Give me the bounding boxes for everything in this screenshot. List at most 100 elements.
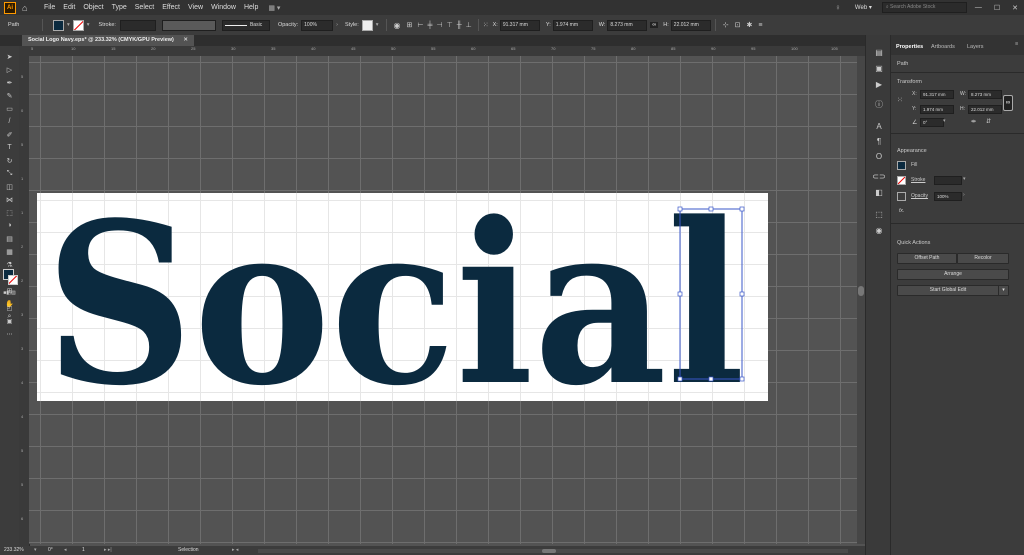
selection-handle[interactable]	[677, 206, 683, 212]
selection-handle[interactable]	[708, 376, 714, 382]
menu-select[interactable]: Select	[135, 4, 154, 11]
pen-tool-icon[interactable]: ✒	[5, 78, 14, 87]
horizontal-scrollbar[interactable]	[258, 549, 848, 553]
constrain-proportions-icon[interactable]: ∞	[650, 22, 659, 28]
menu-type[interactable]: Type	[112, 4, 127, 11]
shaper-tool-icon[interactable]: ✐	[5, 130, 14, 139]
brush-definition-field[interactable]: Basic	[221, 19, 270, 31]
zoom-level[interactable]: 233.32%	[4, 547, 24, 553]
flip-vertical-icon[interactable]: ⇵	[986, 118, 991, 125]
direct-selection-tool-icon[interactable]: ▷	[5, 65, 14, 74]
tab-layers[interactable]: Layers	[967, 44, 984, 50]
stroke-label[interactable]: Stroke	[911, 177, 925, 183]
properties-panel-icon[interactable]: ▤	[874, 47, 884, 57]
zoom-dropdown-icon[interactable]: ▾	[34, 547, 37, 553]
opacity-field[interactable]: 100%	[934, 192, 962, 201]
stroke-weight-field[interactable]	[119, 19, 156, 31]
width-tool-icon[interactable]: ⋈	[5, 195, 14, 204]
selection-handle[interactable]	[739, 291, 745, 297]
type-tool-icon[interactable]: T	[5, 143, 14, 152]
logo-text[interactable]: Social	[45, 193, 745, 401]
align-icon[interactable]: ⊞	[407, 21, 413, 29]
stroke-swatch[interactable]	[72, 19, 84, 31]
opacity-label[interactable]: Opacity	[911, 193, 928, 199]
recolor-button[interactable]: Recolor	[957, 253, 1009, 264]
menu-help[interactable]: Help	[244, 4, 258, 11]
artboard-number[interactable]: 1	[82, 547, 85, 553]
isolate-icon[interactable]: ⊡	[735, 21, 741, 29]
paragraph-panel-icon[interactable]: ¶	[874, 136, 884, 146]
rotate-tool-icon[interactable]: ↻	[5, 156, 14, 165]
align-bottom-icon[interactable]: ⊥	[466, 21, 472, 29]
panel-menu-icon[interactable]: ≡	[1015, 41, 1018, 47]
align-center-icon[interactable]: ╪	[428, 22, 433, 29]
selection-handle[interactable]	[739, 376, 745, 382]
logo-artwork[interactable]: Social	[37, 193, 768, 401]
eraser-tool-icon[interactable]: ◫	[5, 182, 14, 191]
reference-point-icon[interactable]: ⁙	[897, 96, 903, 104]
home-icon[interactable]: ⌂	[22, 3, 34, 13]
x-field[interactable]: 91.317 mm	[499, 19, 540, 31]
close-icon[interactable]: ✕	[1012, 4, 1018, 12]
opentype-panel-icon[interactable]: O	[874, 151, 884, 161]
tab-artboards[interactable]: Artboards	[931, 44, 955, 50]
artboards-panel-icon[interactable]: ◧	[874, 187, 884, 197]
variable-width-field[interactable]	[161, 19, 216, 31]
libraries-panel-icon[interactable]: ▣	[874, 63, 884, 73]
vertical-scrollbar-thumb[interactable]	[858, 286, 864, 296]
artboard-nav-next-icon[interactable]: ▸ ▸|	[104, 547, 112, 553]
offset-path-button[interactable]: Offset Path	[897, 253, 957, 264]
h-field[interactable]: 22.012 mm	[670, 19, 711, 31]
constrain-proportions-icon[interactable]: ∞	[1003, 95, 1013, 111]
recolor-icon[interactable]: ◉	[394, 21, 401, 30]
minimize-icon[interactable]: —	[975, 4, 982, 11]
selection-handle[interactable]	[739, 206, 745, 212]
transform-icon[interactable]: ⊹	[723, 21, 729, 29]
menu-window[interactable]: Window	[211, 4, 236, 11]
shape-builder-tool-icon[interactable]: ◑	[5, 221, 14, 230]
tab-properties[interactable]: Properties	[896, 44, 923, 50]
rotate-angle-field[interactable]: 0°	[920, 118, 944, 127]
artboard[interactable]: Social	[37, 193, 768, 401]
edit-toolbar-icon[interactable]: ⋯	[5, 330, 14, 339]
stroke-dropdown-icon[interactable]: ▾	[87, 22, 90, 28]
selection-handle[interactable]	[677, 291, 683, 297]
gradient-tool-icon[interactable]: ▦	[5, 247, 14, 256]
close-tab-icon[interactable]: ✕	[183, 37, 188, 43]
angle-dropdown-icon[interactable]: ▾	[943, 118, 946, 124]
align-right-icon[interactable]: ⊣	[436, 21, 442, 29]
color-mode-icons[interactable]: ■◧▨	[3, 288, 15, 297]
flip-horizontal-icon[interactable]: ⇹	[971, 118, 976, 125]
arrange-documents-icon[interactable]: ▦ ▾	[268, 4, 280, 12]
vertical-scrollbar[interactable]	[857, 56, 865, 544]
menu-object[interactable]: Object	[83, 4, 103, 11]
search-input[interactable]: ⌕ Search Adobe Stock	[881, 2, 967, 13]
selection-tool-icon[interactable]: ➤	[5, 52, 14, 61]
h-field[interactable]: 22.012 mm	[968, 105, 1002, 114]
character-panel-icon[interactable]: A	[874, 121, 884, 131]
selection-handle[interactable]	[677, 376, 683, 382]
appearance-panel-icon[interactable]: ◉	[874, 225, 884, 235]
links-panel-icon[interactable]: ⊂⊃	[872, 171, 885, 181]
stroke-swatch[interactable]	[897, 176, 906, 185]
menu-effect[interactable]: Effect	[162, 4, 180, 11]
opacity-arrow-icon[interactable]: ›	[963, 192, 965, 198]
screen-mode-icon[interactable]: ▣	[5, 317, 14, 326]
document-tab[interactable]: Social Logo Navy.eps* @ 233.32% (CMYK/GP…	[22, 35, 195, 46]
arrange-button[interactable]: Arrange	[897, 269, 1009, 280]
y-field[interactable]: 1.974 mm	[920, 105, 954, 114]
align-middle-icon[interactable]: ╫	[457, 22, 462, 29]
start-global-edit-button[interactable]: Start Global Edit	[897, 285, 999, 296]
artboard-nav-prev-icon[interactable]: ◂	[64, 547, 67, 553]
workspace-switcher[interactable]: Web ▾	[855, 4, 872, 11]
align-top-icon[interactable]: ⊤	[447, 21, 453, 29]
x-field[interactable]: 91.317 mm	[920, 90, 954, 99]
perspective-grid-tool-icon[interactable]: ▤	[5, 234, 14, 243]
w-field[interactable]: 8.273 mm	[607, 19, 648, 31]
menu-file[interactable]: File	[44, 4, 55, 11]
menu-view[interactable]: View	[188, 4, 203, 11]
rotate-view-field[interactable]: 0°	[48, 547, 53, 553]
puppet-warp-icon[interactable]: ✱	[747, 21, 753, 29]
info-panel-icon[interactable]: ⓘ	[874, 99, 884, 109]
stroke-weight-dropdown-icon[interactable]: ▾	[963, 176, 966, 182]
